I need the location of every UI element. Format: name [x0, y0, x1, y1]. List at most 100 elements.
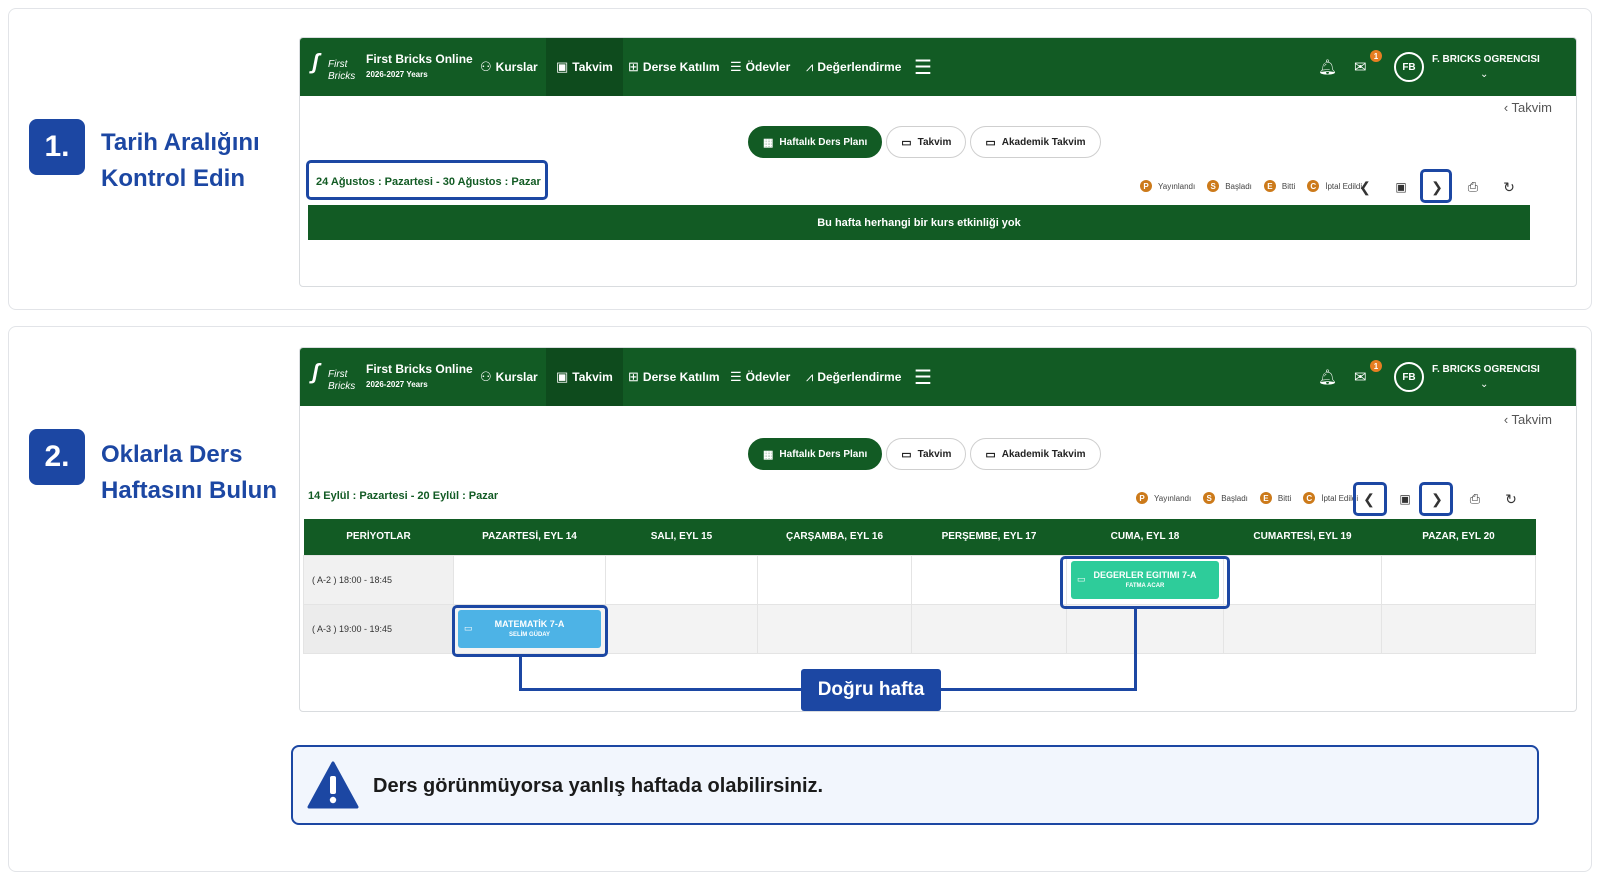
event-title: DEGERLER EGITIMI 7-A	[1093, 570, 1197, 580]
nav-derse-katilim[interactable]: ⊞ Derse Katılım	[618, 38, 730, 96]
hamburger-menu-icon[interactable]: ☰	[904, 348, 942, 406]
tab-akademik-takvim[interactable]: ▭ Akademik Takvim	[970, 438, 1101, 470]
legend-chip-c: C	[1307, 180, 1320, 192]
legend-chip-c: C	[1303, 492, 1316, 504]
breadcrumb[interactable]: ‹ Takvim	[1504, 412, 1552, 427]
bell-icon[interactable]: 🔔︎	[1318, 38, 1337, 96]
calendar-icon: ▣	[556, 369, 569, 384]
next-week-button[interactable]: ❯	[1422, 172, 1452, 202]
breadcrumb[interactable]: ‹ Takvim	[1504, 100, 1552, 115]
header-periods: PERİYOTLAR	[303, 519, 454, 555]
table-cell	[605, 554, 758, 605]
chevron-left-icon: ‹	[1503, 100, 1512, 115]
table-header-row: PERİYOTLAR PAZARTESİ, EYL 14 SALI, EYL 1…	[303, 519, 1536, 555]
brand: First Bricks Online 2026-2027 Years	[366, 52, 473, 79]
refresh-button[interactable]: ↻	[1496, 484, 1526, 514]
refresh-button[interactable]: ↻	[1494, 172, 1524, 202]
empty-week-message: Bu hafta herhangi bir kurs etkinliği yok	[308, 205, 1530, 240]
table-cell: ▭ MATEMATİK 7-A SELİM GÜDAY	[453, 603, 606, 654]
step-2-card: 2. Oklarla Ders Haftasını Bulun ʃ First …	[8, 326, 1592, 872]
printer-icon: ⎙	[1469, 491, 1481, 506]
nav-odevler[interactable]: ☰ Ödevler	[720, 348, 800, 406]
header-wednesday: ÇARŞAMBA, EYL 16	[757, 519, 912, 555]
chevron-left-icon: ‹	[1503, 412, 1512, 427]
correct-week-callout: Doğru hafta	[801, 669, 941, 711]
first-bricks-logo[interactable]: ʃ First Bricks	[308, 47, 358, 87]
nav-degerlendirme[interactable]: ⩘ Değerlendirme	[796, 348, 911, 406]
bell-icon[interactable]: 🔔︎	[1318, 348, 1337, 406]
tab-haftalik-ders-plani[interactable]: ▦ Haftalık Ders Planı	[748, 438, 883, 470]
event-degerler-egitimi[interactable]: ▭ DEGERLER EGITIMI 7-A FATMA ACAR	[1071, 560, 1219, 599]
step-1-number: 1.	[29, 119, 85, 175]
calendar-icon: ▣	[556, 59, 569, 74]
step-2-number: 2.	[29, 429, 85, 485]
avatar[interactable]: FB	[1394, 52, 1424, 82]
header-monday: PAZARTESİ, EYL 14	[453, 519, 606, 555]
nav-odevler[interactable]: ☰ Ödevler	[720, 38, 800, 96]
hamburger-menu-icon[interactable]: ☰	[904, 38, 942, 96]
avatar[interactable]: FB	[1394, 362, 1424, 392]
printer-icon: ⎙	[1467, 179, 1479, 194]
table-cell: ▭ DEGERLER EGITIMI 7-A FATMA ACAR	[1066, 554, 1224, 605]
mail-icon[interactable]: ✉	[1354, 348, 1367, 406]
table-cell	[911, 554, 1067, 605]
table-cell	[605, 603, 758, 654]
status-legend: P Yayınlandı S Başladı E Bitti C İptal Edild…	[1140, 180, 1368, 192]
warning-message: Ders görünmüyorsa yanlış haftada olabili…	[373, 775, 824, 797]
chevron-left-icon: ❮	[1359, 178, 1371, 195]
classroom-icon: ⊞	[628, 369, 639, 384]
nav-kurslar[interactable]: ⚇ Kurslar	[470, 348, 548, 406]
book-icon: ⚇	[480, 59, 492, 74]
warning-box: Ders görünmüyorsa yanlış haftada olabili…	[291, 745, 1539, 825]
brand-subtitle: 2026-2027 Years	[366, 70, 428, 79]
print-button[interactable]: ⎙	[1460, 484, 1490, 514]
status-legend: P Yayınlandı S Başladı E Bitti C İptal Edild…	[1136, 492, 1364, 504]
prev-week-button[interactable]: ❮	[1350, 172, 1380, 202]
nav-takvim[interactable]: ▣ Takvim	[546, 348, 623, 406]
brand: First Bricks Online 2026-2027 Years	[366, 362, 473, 389]
mail-badge: 1	[1370, 50, 1382, 62]
nav-takvim[interactable]: ▣ Takvim	[546, 38, 623, 96]
nav-degerlendirme[interactable]: ⩘ Değerlendirme	[796, 38, 911, 96]
calendar-picker-button[interactable]: ▣	[1390, 484, 1420, 514]
calendar-icon: ▭	[901, 448, 912, 461]
brand-title: First Bricks Online	[366, 52, 473, 66]
chevron-down-icon[interactable]: ⌄	[1480, 379, 1488, 390]
calendar-picker-button[interactable]: ▣	[1386, 172, 1416, 202]
table-cell	[1381, 603, 1536, 654]
next-week-button[interactable]: ❯	[1422, 484, 1452, 514]
legend-chip-p: P	[1136, 492, 1148, 504]
connector-line	[519, 655, 522, 691]
legend-chip-e: E	[1259, 492, 1272, 504]
tab-takvim[interactable]: ▭ Takvim	[886, 438, 967, 470]
step-2-title: Oklarla Ders Haftasını Bulun	[101, 441, 278, 504]
weekly-schedule-table: PERİYOTLAR PAZARTESİ, EYL 14 SALI, EYL 1…	[303, 519, 1536, 654]
period-label: ( A-2 ) 18:00 - 18:45	[303, 554, 454, 605]
event-title: MATEMATİK 7-A	[494, 619, 565, 629]
checklist-icon: ☰	[730, 59, 742, 74]
book-icon: ⚇	[480, 369, 492, 384]
tab-takvim[interactable]: ▭ Takvim	[886, 126, 967, 158]
chevron-down-icon[interactable]: ⌄	[1480, 69, 1488, 80]
prev-week-button[interactable]: ❮	[1354, 484, 1384, 514]
legend-chip-p: P	[1140, 180, 1152, 192]
first-bricks-logo[interactable]: ʃ First Bricks	[308, 357, 358, 397]
tab-haftalik-ders-plani[interactable]: ▦ Haftalık Ders Planı	[748, 126, 883, 158]
user-name[interactable]: F. BRICKS OGRENCISI	[1432, 54, 1540, 65]
mail-icon[interactable]: ✉	[1354, 38, 1367, 96]
print-button[interactable]: ⎙	[1458, 172, 1488, 202]
calendar-icon: ▭	[901, 136, 912, 149]
connector-line	[519, 688, 803, 691]
checklist-icon: ☰	[730, 369, 742, 384]
user-name[interactable]: F. BRICKS OGRENCISI	[1432, 364, 1540, 375]
event-matematik[interactable]: ▭ MATEMATİK 7-A SELİM GÜDAY	[458, 609, 601, 648]
tab-akademik-takvim[interactable]: ▭ Akademik Takvim	[970, 126, 1101, 158]
grid-icon: ▦	[763, 448, 774, 461]
top-navbar: ʃ First Bricks First Bricks Online 2026-…	[300, 348, 1576, 406]
chevron-right-icon: ❯	[1431, 178, 1443, 195]
nav-derse-katilim[interactable]: ⊞ Derse Katılım	[618, 348, 730, 406]
table-cell	[1381, 554, 1536, 605]
nav-kurslar[interactable]: ⚇ Kurslar	[470, 38, 548, 96]
top-navbar: ʃ First Bricks First Bricks Online 2026-…	[300, 38, 1576, 96]
view-tabs: ▦ Haftalık Ders Planı ▭ Takvim ▭ Akademik T…	[748, 126, 1101, 158]
